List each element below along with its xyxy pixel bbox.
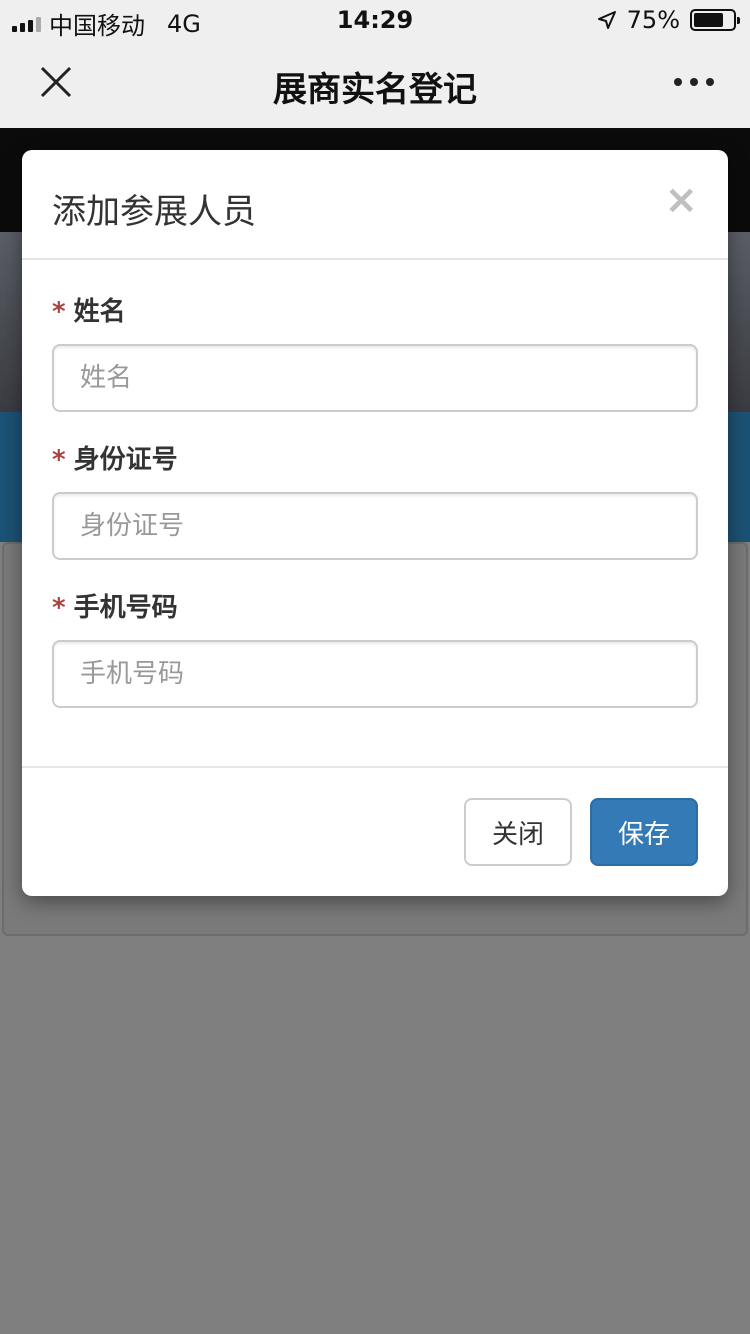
name-field: * 姓名	[52, 296, 698, 412]
battery-icon	[690, 9, 740, 31]
more-icon[interactable]	[674, 78, 714, 86]
required-marker: *	[52, 593, 66, 623]
modal-header: 添加参展人员 ×	[22, 150, 728, 260]
battery-fill	[694, 13, 723, 27]
close-button[interactable]: 关闭	[464, 798, 572, 866]
id-number-label: * 身份证号	[52, 444, 698, 476]
modal-footer: 关闭 保存	[22, 766, 728, 896]
phone-label-text: 手机号码	[73, 593, 178, 623]
id-number-field: * 身份证号	[52, 444, 698, 560]
nav-bar: 展商实名登记	[0, 40, 750, 128]
battery-percent: 75%	[626, 6, 680, 34]
nav-title: 展商实名登记	[273, 70, 477, 110]
phone-field: * 手机号码	[52, 592, 698, 708]
name-label-text: 姓名	[73, 297, 126, 327]
id-number-label-text: 身份证号	[73, 445, 178, 475]
required-marker: *	[52, 445, 66, 475]
modal-close-icon[interactable]: ×	[664, 180, 698, 220]
name-label: * 姓名	[52, 296, 698, 328]
status-right: 75%	[597, 6, 740, 34]
id-number-input[interactable]	[52, 492, 698, 560]
location-arrow-icon	[597, 11, 616, 29]
add-exhibitor-modal: 添加参展人员 × *姓名 *身份证号 *手机号码 关闭 保存	[22, 150, 728, 896]
phone-label: * 手机号码	[52, 592, 698, 624]
name-input[interactable]	[52, 344, 698, 412]
phone-input[interactable]	[52, 640, 698, 708]
modal-title: 添加参展人员	[52, 192, 256, 232]
modal-body: *姓名 *身份证号 *手机号码	[22, 296, 728, 708]
save-button[interactable]: 保存	[590, 798, 698, 866]
required-marker: *	[52, 297, 66, 327]
status-bar: 中国移动 4G 14:29 75%	[0, 0, 750, 40]
